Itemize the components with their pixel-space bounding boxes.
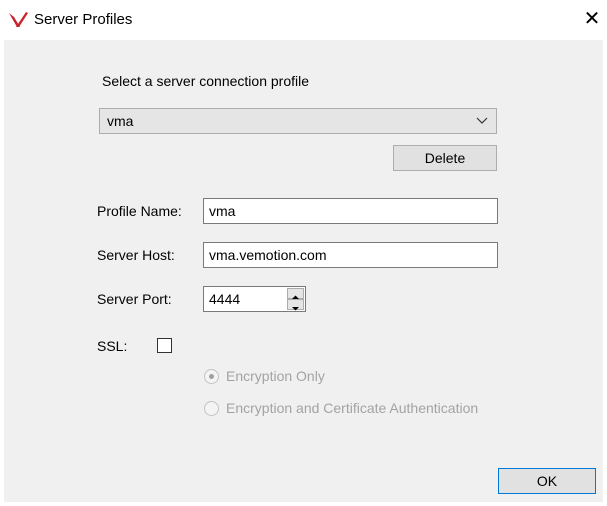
ok-button[interactable]: OK bbox=[498, 468, 596, 494]
server-port-label: Server Port: bbox=[97, 291, 172, 307]
encryption-cert-auth-label: Encryption and Certificate Authenticatio… bbox=[226, 400, 479, 416]
server-port-value: 4444 bbox=[209, 291, 241, 307]
server-host-label: Server Host: bbox=[97, 247, 175, 263]
delete-button[interactable]: Delete bbox=[393, 145, 497, 171]
ssl-label: SSL: bbox=[97, 338, 128, 354]
server-host-field[interactable]: vma.vemotion.com bbox=[203, 242, 498, 268]
arrow-up-icon[interactable] bbox=[287, 288, 304, 299]
encryption-cert-auth-radio[interactable] bbox=[204, 401, 219, 416]
profile-name-field[interactable]: vma bbox=[203, 198, 498, 224]
window-title: Server Profiles bbox=[34, 11, 133, 28]
profile-dropdown[interactable]: vma bbox=[99, 108, 497, 134]
arrow-down-icon[interactable] bbox=[287, 299, 304, 311]
radio-selected-dot bbox=[209, 374, 214, 379]
profile-select-label: Select a server connection profile bbox=[102, 73, 309, 89]
close-icon[interactable]: ✕ bbox=[582, 8, 602, 30]
encryption-only-radio[interactable] bbox=[204, 369, 219, 384]
vemotion-logo-icon bbox=[9, 12, 28, 27]
stepper-buttons bbox=[287, 288, 304, 311]
profile-name-label: Profile Name: bbox=[97, 203, 182, 219]
title-bar: Server Profiles ✕ bbox=[0, 0, 607, 40]
chevron-down-icon bbox=[476, 117, 488, 124]
server-port-stepper[interactable]: 4444 bbox=[203, 286, 306, 312]
ssl-checkbox[interactable] bbox=[157, 338, 172, 353]
profile-dropdown-value: vma bbox=[107, 113, 134, 129]
encryption-only-label: Encryption Only bbox=[226, 368, 325, 384]
